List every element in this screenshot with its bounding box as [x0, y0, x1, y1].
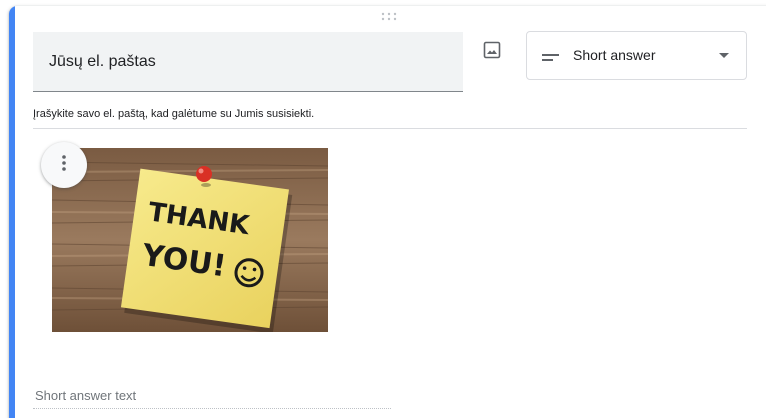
question-type-label: Short answer	[573, 47, 656, 63]
image-options-button[interactable]	[41, 142, 87, 188]
more-vert-icon	[62, 154, 66, 176]
short-answer-underline	[33, 408, 391, 409]
question-description[interactable]: Įrašykite savo el. paštą, kad galėtume s…	[33, 108, 314, 120]
active-question-indicator	[9, 6, 15, 418]
question-image[interactable]: THANK YOU!	[52, 148, 328, 332]
add-image-button[interactable]	[480, 40, 504, 64]
form-editor-page: Jūsų el. paštas Short answer Įrašykite s…	[0, 0, 766, 418]
question-card[interactable]: Jūsų el. paštas Short answer Įrašykite s…	[9, 6, 766, 418]
short-answer-icon	[542, 50, 560, 68]
question-type-dropdown[interactable]: Short answer	[526, 31, 747, 80]
question-title[interactable]: Jūsų el. paštas	[49, 53, 156, 71]
question-title-field[interactable]: Jūsų el. paštas	[33, 32, 463, 92]
drag-handle-icon[interactable]	[379, 12, 399, 22]
short-answer-placeholder: Short answer text	[35, 388, 137, 403]
dropdown-arrow-icon	[719, 53, 729, 58]
image-icon	[483, 41, 501, 64]
description-divider	[33, 128, 747, 129]
